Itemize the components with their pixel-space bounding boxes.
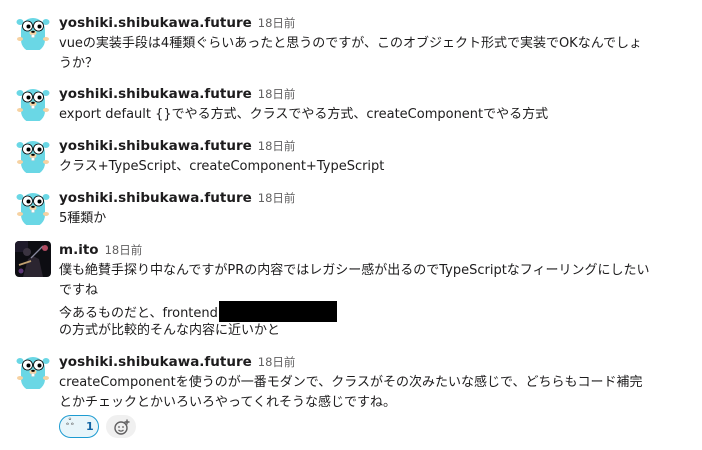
author-name[interactable]: yoshiki.shibukawa.future	[59, 138, 252, 154]
gopher-avatar[interactable]	[15, 353, 51, 389]
message-text: 僕も絶賛手探り中なんですがPRの内容ではレガシー感が出るのでTypeScript…	[59, 263, 650, 278]
author-name[interactable]: yoshiki.shibukawa.future	[59, 86, 252, 102]
message-text: export default {}でやる方式、クラスでやる方式、createCo…	[59, 107, 549, 122]
redacted-block	[218, 301, 337, 322]
reaction-count: 1	[86, 420, 94, 433]
message-text: うか？	[59, 56, 99, 71]
timestamp[interactable]: 18日前	[258, 87, 296, 101]
gopher-avatar[interactable]	[15, 85, 51, 121]
timestamp[interactable]: 18日前	[258, 16, 296, 30]
message-text: 今あるものだと、frontend	[59, 306, 218, 321]
author-name[interactable]: yoshiki.shibukawa.future	[59, 190, 252, 206]
author-name[interactable]: m.ito	[59, 242, 99, 258]
add-reaction-button[interactable]	[106, 415, 136, 438]
timestamp[interactable]: 18日前	[258, 139, 296, 153]
timestamp[interactable]: 18日前	[258, 355, 296, 369]
thinking-gopher-emoji-icon: ஃ	[66, 417, 74, 428]
gopher-avatar[interactable]	[15, 189, 51, 225]
message-text: createComponentを使うのが一番モダンで、クラスがその次みたいな感じ…	[59, 375, 643, 390]
timestamp[interactable]: 18日前	[258, 191, 296, 205]
photo-avatar[interactable]	[15, 241, 51, 277]
message-text: ですね	[59, 283, 99, 298]
reaction-pill[interactable]: ஃ 1	[59, 415, 99, 438]
message-text: 5種類か	[59, 211, 107, 226]
gopher-avatar[interactable]	[15, 137, 51, 173]
add-reaction-icon	[114, 419, 130, 435]
message-feed: yoshiki.shibukawa.future 18日前 vueの実装手段は4種…	[0, 0, 702, 450]
message-text: クラス+TypeScript、createComponent+TypeScrip…	[59, 159, 385, 174]
author-name[interactable]: yoshiki.shibukawa.future	[59, 15, 252, 31]
message-text: とかチェックとかいろいろやってくれそうな感じですね。	[59, 395, 396, 410]
author-name[interactable]: yoshiki.shibukawa.future	[59, 354, 252, 370]
timestamp[interactable]: 18日前	[105, 243, 143, 257]
gopher-avatar[interactable]	[15, 14, 51, 50]
message-text: の方式が比較的そんな内容に近いかと	[59, 323, 281, 338]
message-text: vueの実装手段は4種類ぐらいあったと思うのですが、このオブジェクト形式で実装で…	[59, 36, 643, 51]
